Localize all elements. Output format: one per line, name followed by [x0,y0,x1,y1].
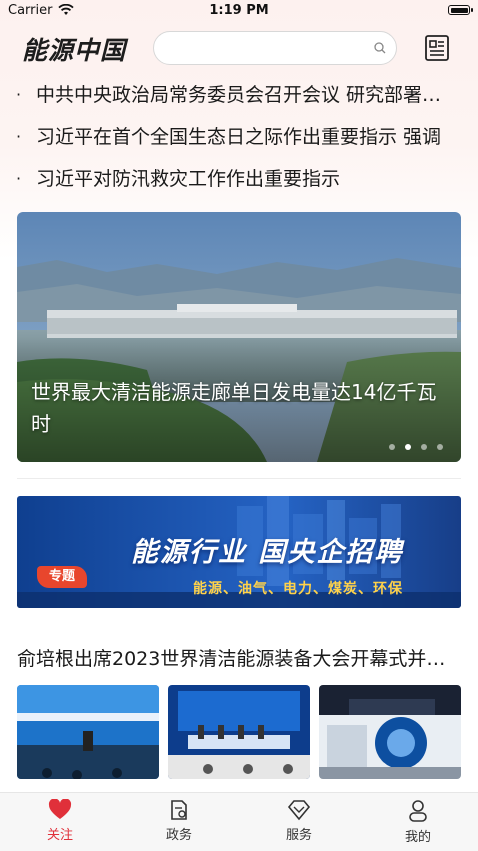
user-icon [409,800,427,822]
headline-item[interactable]: · 中共中央政治局常务委员会召开会议 研究部署防汛救灾工作 [16,80,456,122]
headline-item[interactable]: · 习近平在首个全国生态日之际作出重要指示 强调 [16,122,456,164]
clock: 1:19 PM [209,3,269,18]
thumbnail-image [17,685,159,779]
promo-banner[interactable]: 专题 能源行业 国央企招聘 能源、油气、电力、煤炭、环保 [17,496,461,608]
article-thumbnail[interactable] [319,685,461,779]
headline-text: 中共中央政治局常务委员会召开会议 研究部署防汛救灾工作 [36,84,456,106]
tab-label: 服务 [285,828,312,843]
tab-label: 我的 [404,830,431,845]
carousel-pagination[interactable] [389,444,443,450]
app-logo: 能源中国 [22,36,127,65]
carousel-dot[interactable] [437,444,443,450]
bullet-icon: · [16,169,22,188]
carousel-dot-active[interactable] [405,444,411,450]
headline-text: 习近平对防汛救灾工作作出重要指示 [36,168,341,190]
article-thumbnail[interactable] [17,685,159,779]
search-bar[interactable] [153,31,397,65]
thumbnail-image [168,685,310,779]
topic-tag: 专题 [37,566,87,588]
bullet-icon: · [16,127,22,146]
banner-carousel[interactable]: 世界最大清洁能源走廊单日发电量达14亿千瓦时 [17,212,461,462]
tab-label: 政务 [165,828,192,843]
heart-icon [48,799,72,819]
search-input[interactable] [168,38,367,60]
battery-icon [448,5,473,15]
headline-text: 习近平在首个全国生态日之际作出重要指示 强调 [36,126,442,148]
promo-title: 能源行业 国央企招聘 [131,537,404,568]
newspaper-icon[interactable] [424,34,450,62]
headline-item[interactable]: · 习近平对防汛救灾工作作出重要指示 [16,164,456,206]
document-icon [171,800,187,820]
section-divider [17,478,461,479]
tab-services[interactable]: 服务 [259,799,339,849]
article-title[interactable]: 俞培根出席2023世界清洁能源装备大会开幕式并致辞 [17,644,461,671]
diamond-icon [287,800,311,821]
tab-profile[interactable]: 我的 [378,799,458,849]
tab-government[interactable]: 政务 [139,799,219,849]
bullet-icon: · [16,85,22,104]
tab-follow[interactable]: 关注 [20,799,100,849]
tab-label: 关注 [46,828,73,843]
bottom-tab-bar: 关注 政务 服务 我的 [0,792,478,851]
carousel-dot[interactable] [421,444,427,450]
search-icon[interactable] [374,42,386,54]
carousel-dot[interactable] [389,444,395,450]
article-thumbnail[interactable] [168,685,310,779]
headline-list: · 中共中央政治局常务委员会召开会议 研究部署防汛救灾工作 · 习近平在首个全国… [16,80,456,206]
status-bar: Carrier 1:19 PM [0,0,478,24]
promo-subtitle: 能源、油气、电力、煤炭、环保 [193,581,403,597]
thumbnail-image [319,685,461,779]
banner-title: 世界最大清洁能源走廊单日发电量达14亿千瓦时 [31,380,437,436]
